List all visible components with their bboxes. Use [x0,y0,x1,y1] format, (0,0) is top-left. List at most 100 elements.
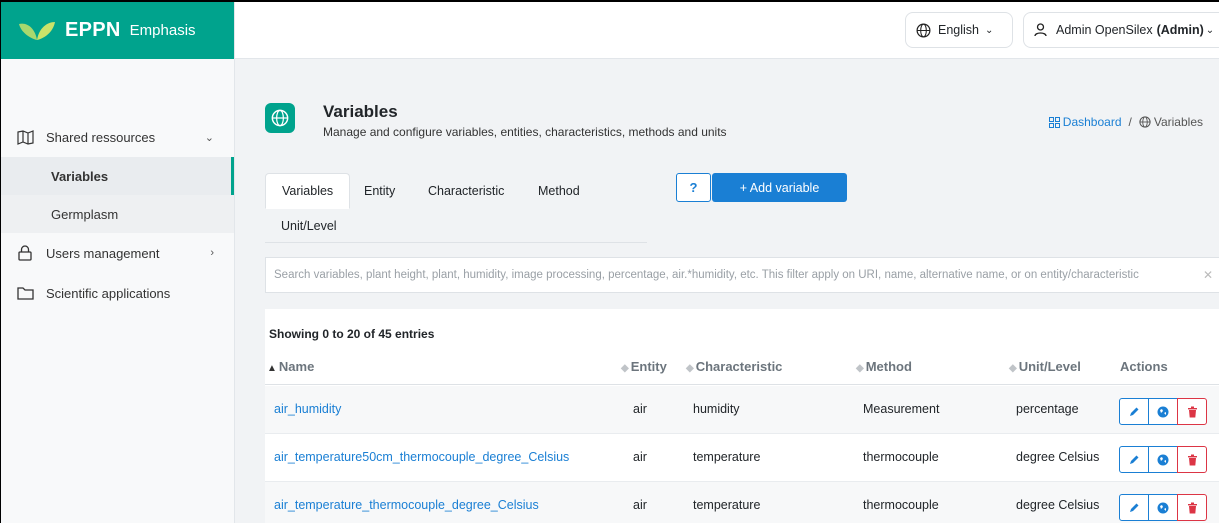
tabs-bar: Variables Entity Characteristic Method U… [265,173,647,243]
sidebar-item-germplasm[interactable]: Germplasm [1,195,234,233]
help-button[interactable]: ? [676,173,711,202]
variable-name-link[interactable]: air_temperature_thermocouple_degree_Cels… [274,498,539,512]
variable-name-link[interactable]: air_temperature50cm_thermocouple_degree_… [274,450,569,464]
row-actions [1119,446,1207,473]
cell-entity: air [633,450,647,464]
globe-icon [1139,116,1151,128]
sidebar-nav: Shared ressources ⌄ Variables Germplasm … [1,117,234,313]
table-row: air_temperature50cm_thermocouple_degree_… [265,434,1219,482]
sidebar-item-shared-ressources[interactable]: Shared ressources ⌄ [1,117,234,157]
tab-unit-level[interactable]: Unit/Level [281,219,337,233]
column-header-characteristic[interactable]: ◆ Characteristic [686,359,782,374]
user-icon [1034,23,1047,37]
search-placeholder: Search variables, plant height, plant, h… [274,269,1139,281]
column-header-name[interactable]: ▲ Name [267,359,314,374]
sidebar-item-label: Shared ressources [46,129,156,145]
cell-unit: degree Celsius [1016,498,1100,512]
clear-search-icon[interactable]: ✕ [1203,268,1213,282]
web-link-button[interactable] [1148,446,1178,473]
sidebar-item-variables[interactable]: Variables [1,157,234,195]
page-title: Variables [323,102,398,121]
entries-count: Showing 0 to 20 of 45 entries [269,327,435,341]
tab-characteristic[interactable]: Characteristic [428,184,504,198]
tab-entity[interactable]: Entity [364,184,395,198]
column-header-actions: Actions [1120,359,1168,374]
delete-button[interactable] [1177,446,1207,473]
sort-icon: ◆ [621,363,629,374]
web-link-button[interactable] [1148,398,1178,425]
sidebar: EPPN Emphasis Shared ressources ⌄ Variab… [1,2,235,523]
globe-icon [1157,502,1169,513]
sidebar-item-label: Variables [51,168,109,184]
sort-icon: ▲ [267,363,277,374]
tab-method[interactable]: Method [538,184,580,198]
edit-button[interactable] [1119,446,1149,473]
map-icon [16,128,34,146]
search-input[interactable]: Search variables, plant height, plant, h… [265,257,1219,293]
breadcrumb-separator: / [1128,115,1132,129]
column-header-method[interactable]: ◆ Method [856,359,912,374]
trash-icon [1187,406,1197,417]
row-actions [1119,494,1207,521]
sidebar-item-label: Users management [46,245,160,261]
chevron-down-icon: ⌄ [204,131,214,144]
chevron-down-icon: ⌄ [1205,24,1215,36]
cell-method: Measurement [863,402,940,416]
cell-entity: air [633,498,647,512]
page-description: Manage and configure variables, entities… [323,125,727,139]
brand-subtitle: Emphasis [129,22,196,39]
row-actions [1119,398,1207,425]
main-content: Variables Manage and configure variables… [235,59,1219,523]
web-link-button[interactable] [1148,494,1178,521]
sort-icon: ◆ [856,363,864,374]
edit-button[interactable] [1119,494,1149,521]
breadcrumb-dashboard-link[interactable]: Dashboard [1048,115,1122,129]
globe-icon [265,103,295,133]
sort-icon: ◆ [1009,363,1017,374]
add-variable-button[interactable]: + Add variable [712,173,847,202]
brand-title: EPPN [65,19,121,41]
cell-unit: percentage [1016,402,1079,416]
variables-table-card: Showing 0 to 20 of 45 entries ▲ Name ◆ Ent… [265,309,1219,523]
edit-button[interactable] [1119,398,1149,425]
sidebar-item-scientific-applications[interactable]: Scientific applications [1,273,234,313]
sort-icon: ◆ [686,363,694,374]
tab-variables[interactable]: Variables [265,173,351,209]
globe-icon [1157,406,1169,417]
top-header: English ⌄ Admin OpenSilex (Admin) ⌄ [235,2,1219,59]
cell-entity: air [633,402,647,416]
cell-characteristic: humidity [693,402,740,416]
user-role: (Admin) [1156,23,1204,37]
folder-icon [16,284,34,302]
lock-icon [16,244,34,262]
cell-unit: degree Celsius [1016,450,1100,464]
pencil-icon [1130,455,1139,464]
globe-icon [916,23,931,38]
cell-characteristic: temperature [693,450,761,464]
trash-icon [1187,454,1197,465]
language-selector[interactable]: English ⌄ [905,12,1013,48]
breadcrumb-dashboard-label: Dashboard [1062,115,1122,129]
sidebar-item-label: Scientific applications [46,285,171,301]
chevron-right-icon: › [210,247,214,259]
user-name: Admin OpenSilex [1056,23,1153,37]
language-label: English [938,23,979,37]
column-header-unit-level[interactable]: ◆ Unit/Level [1009,359,1081,374]
delete-button[interactable] [1177,398,1207,425]
column-header-entity[interactable]: ◆ Entity [621,359,667,374]
leaf-logo-icon [17,20,57,42]
user-menu[interactable]: Admin OpenSilex (Admin) ⌄ [1023,12,1219,48]
pencil-icon [1130,503,1139,512]
sidebar-item-users-management[interactable]: Users management › [1,233,234,273]
cell-characteristic: temperature [693,498,761,512]
brand-header[interactable]: EPPN Emphasis [1,2,234,59]
table-row: air_humidity air humidity Measurement pe… [265,386,1219,434]
trash-icon [1187,502,1197,513]
pencil-icon [1130,407,1139,416]
table-header: ▲ Name ◆ Entity ◆ Characteristic ◆ Method ◆ U… [265,349,1219,385]
variable-name-link[interactable]: air_humidity [274,402,341,416]
chevron-down-icon: ⌄ [985,24,994,36]
cell-method: thermocouple [863,450,939,464]
delete-button[interactable] [1177,494,1207,521]
breadcrumb: Dashboard / Variables [1048,115,1203,129]
